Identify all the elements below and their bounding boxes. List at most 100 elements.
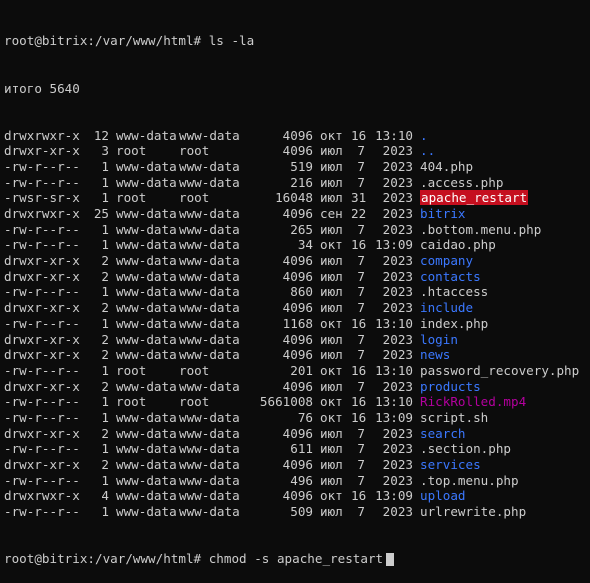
listing-row: -rw-r--r-- 1 www-data www-data 496 июл 7 2023 .t…	[4, 473, 590, 489]
owner: www-data	[116, 457, 177, 473]
file-size: 4096	[282, 425, 313, 441]
listing-row: drwxr-xr-x 2 www-data www-data 4096 июл 7 2023 l…	[4, 332, 590, 348]
time-or-year: 2023	[382, 190, 413, 206]
listing-row: -rwsr-sr-x 1 root root 16048 июл 31 2023 apache_…	[4, 190, 590, 206]
group: www-data	[179, 457, 240, 473]
permissions: drwxr-xr-x	[4, 457, 80, 473]
owner: www-data	[116, 347, 177, 363]
owner: www-data	[116, 237, 177, 253]
command-line-chmod[interactable]: root@bitrix:/var/www/html# chmod -s apac…	[4, 551, 590, 567]
permissions: drwxr-xr-x	[4, 347, 80, 363]
link-count: 2	[101, 457, 109, 473]
month: окт	[320, 127, 343, 143]
file-size: 1168	[282, 315, 313, 331]
listing-row: -rw-r--r-- 1 www-data www-data 611 июл 7 2023 .s…	[4, 441, 590, 457]
file-size: 4096	[282, 143, 313, 159]
link-count: 1	[101, 237, 109, 253]
directory-name: news	[420, 347, 451, 363]
owner: www-data	[116, 127, 177, 143]
command-line-ls: root@bitrix:/var/www/html# ls -la	[4, 33, 590, 49]
directory-name: bitrix	[420, 206, 466, 222]
listing-row: drwxr-xr-x 2 www-data www-data 4096 июл 7 2023 c…	[4, 253, 590, 269]
time-or-year: 13:09	[375, 488, 413, 504]
listing-row: -rw-r--r-- 1 www-data www-data 1168 окт 16 13:1…	[4, 316, 590, 332]
owner: www-data	[116, 425, 177, 441]
day: 7	[357, 174, 365, 190]
directory-name: contacts	[420, 268, 481, 284]
time-or-year: 2023	[382, 472, 413, 488]
owner: www-data	[116, 441, 177, 457]
file-size: 4096	[282, 378, 313, 394]
permissions: -rw-r--r--	[4, 362, 80, 378]
owner: www-data	[116, 253, 177, 269]
group: www-data	[179, 504, 240, 520]
group: www-data	[179, 268, 240, 284]
listing-row: drwxr-xr-x 2 www-data www-data 4096 июл 7 2023 c…	[4, 269, 590, 285]
directory-name: login	[420, 331, 458, 347]
link-count: 1	[101, 284, 109, 300]
day: 7	[357, 158, 365, 174]
day: 16	[351, 315, 367, 331]
day: 16	[351, 362, 367, 378]
permissions: -rw-r--r--	[4, 284, 80, 300]
group: www-data	[179, 315, 240, 331]
group: www-data	[179, 472, 240, 488]
month: окт	[320, 394, 343, 410]
time-or-year: 2023	[382, 284, 413, 300]
month: июл	[320, 221, 343, 237]
time-or-year: 13:10	[375, 127, 413, 143]
file-name: .access.php	[420, 174, 504, 190]
month: окт	[320, 488, 343, 504]
day: 16	[351, 409, 367, 425]
permissions: drwxrwxr-x	[4, 488, 80, 504]
directory-name: services	[420, 457, 481, 473]
terminal-window[interactable]: root@bitrix:/var/www/html# ls -la итого …	[0, 0, 590, 566]
owner: www-data	[116, 488, 177, 504]
listing-row: drwxrwxr-x 12 www-data www-data 4096 окт 16 13:…	[4, 128, 590, 144]
link-count: 1	[101, 394, 109, 410]
link-count: 1	[101, 504, 109, 520]
owner: www-data	[116, 409, 177, 425]
permissions: -rw-r--r--	[4, 394, 80, 410]
file-name-cell: login	[413, 332, 458, 348]
link-count: 1	[101, 362, 109, 378]
time-or-year: 2023	[382, 441, 413, 457]
file-name-cell: caidao.php	[413, 237, 496, 253]
owner: www-data	[116, 284, 177, 300]
permissions: -rw-r--r--	[4, 441, 80, 457]
day: 7	[357, 143, 365, 159]
link-count: 25	[93, 206, 109, 222]
group: www-data	[179, 300, 240, 316]
link-count: 2	[101, 268, 109, 284]
listing-row: -rw-r--r-- 1 root root 201 окт 16 13:10 password…	[4, 363, 590, 379]
listing-row: drwxr-xr-x 3 root root 4096 июл 7 2023..	[4, 143, 590, 159]
group: root	[179, 362, 210, 378]
owner: www-data	[116, 315, 177, 331]
link-count: 2	[101, 300, 109, 316]
group: www-data	[179, 206, 240, 222]
owner: www-data	[116, 158, 177, 174]
day: 7	[357, 441, 365, 457]
month: окт	[320, 362, 343, 378]
file-name-cell: .	[413, 128, 428, 144]
file-name-cell: company	[413, 253, 473, 269]
total-line: итого 5640	[4, 81, 590, 97]
listing-row: -rw-r--r-- 1 www-data www-data 216 июл 7 2023 .a…	[4, 175, 590, 191]
link-count: 1	[101, 190, 109, 206]
permissions: drwxr-xr-x	[4, 143, 80, 159]
permissions: drwxr-xr-x	[4, 300, 80, 316]
permissions: drwxrwxr-x	[4, 127, 80, 143]
time-or-year: 2023	[382, 174, 413, 190]
month: окт	[320, 237, 343, 253]
owner: www-data	[116, 472, 177, 488]
link-count: 2	[101, 347, 109, 363]
file-size: 16048	[275, 190, 313, 206]
file-size: 201	[290, 362, 313, 378]
file-name: .bottom.menu.php	[420, 221, 542, 237]
file-size: 76	[297, 409, 313, 425]
file-name-cell: upload	[413, 488, 466, 504]
permissions: -rw-r--r--	[4, 472, 80, 488]
permissions: drwxr-xr-x	[4, 378, 80, 394]
month: июл	[320, 268, 343, 284]
file-size: 4096	[282, 347, 313, 363]
